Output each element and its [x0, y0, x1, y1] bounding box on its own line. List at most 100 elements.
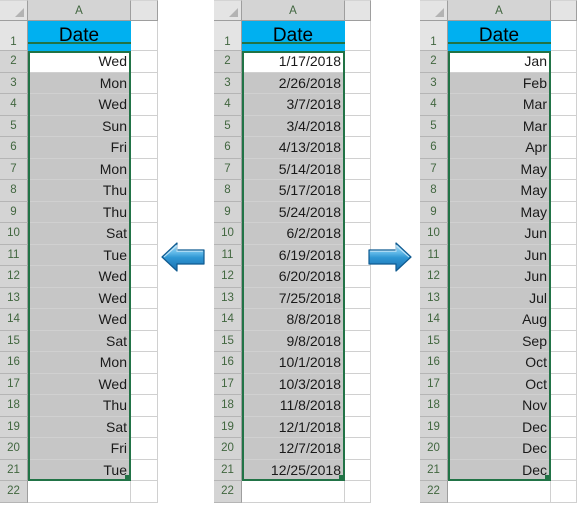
cell-a-p1-21[interactable]: Tue: [28, 459, 131, 481]
cell-b-p1-20[interactable]: [131, 438, 158, 460]
header-cell-p3[interactable]: Date: [448, 21, 551, 51]
row-number-p3-6[interactable]: 6: [420, 137, 448, 159]
cell-a-p1-9[interactable]: Thu: [28, 201, 131, 223]
row-number-p3-11[interactable]: 11: [420, 244, 448, 266]
row-number-p3-5[interactable]: 5: [420, 115, 448, 137]
row-number-p1-6[interactable]: 6: [0, 137, 28, 159]
cell-b-p1-16[interactable]: [131, 352, 158, 374]
cell-a-p2-12[interactable]: 6/20/2018: [242, 266, 345, 288]
row-number-p2-4[interactable]: 4: [214, 94, 242, 116]
row-number-p1-20[interactable]: 20: [0, 438, 28, 460]
cell-a-p2-5[interactable]: 3/4/2018: [242, 115, 345, 137]
row-number-p1-19[interactable]: 19: [0, 416, 28, 438]
cell-b-p1-4[interactable]: [131, 94, 158, 116]
cell-b-p3-22[interactable]: [551, 481, 577, 503]
cell-a-p2-7[interactable]: 5/14/2018: [242, 158, 345, 180]
cell-b-p3-7[interactable]: [551, 158, 577, 180]
cell-a-p1-12[interactable]: Wed: [28, 266, 131, 288]
row-number-p2-20[interactable]: 20: [214, 438, 242, 460]
cell-a-p2-18[interactable]: 11/8/2018: [242, 395, 345, 417]
row-number-p1-5[interactable]: 5: [0, 115, 28, 137]
cell-a-p3-12[interactable]: Jun: [448, 266, 551, 288]
column-header-a-p2[interactable]: A: [242, 0, 345, 21]
row-number-p1-11[interactable]: 11: [0, 244, 28, 266]
cell-b-p1-3[interactable]: [131, 72, 158, 94]
row-number-p2-22[interactable]: 22: [214, 481, 242, 503]
row-number-p3-2[interactable]: 2: [420, 51, 448, 73]
cell-a-p3-20[interactable]: Dec: [448, 438, 551, 460]
cell-a-p3-8[interactable]: May: [448, 180, 551, 202]
cell-a-p3-6[interactable]: Apr: [448, 137, 551, 159]
row-number-p3-10[interactable]: 10: [420, 223, 448, 245]
row-number-p3-17[interactable]: 17: [420, 373, 448, 395]
cell-a-p1-19[interactable]: Sat: [28, 416, 131, 438]
row-number-p2-6[interactable]: 6: [214, 137, 242, 159]
cell-a-p3-22[interactable]: [448, 481, 551, 503]
cell-a-p3-4[interactable]: Mar: [448, 94, 551, 116]
cell-b-p1-13[interactable]: [131, 287, 158, 309]
cell-b-p3-18[interactable]: [551, 395, 577, 417]
row-number-p2-14[interactable]: 14: [214, 309, 242, 331]
row-number-p3-18[interactable]: 18: [420, 395, 448, 417]
cell-b-p2-15[interactable]: [345, 330, 371, 352]
cell-b-p2-18[interactable]: [345, 395, 371, 417]
cell-b-p2-16[interactable]: [345, 352, 371, 374]
cell-a-p2-22[interactable]: [242, 481, 345, 503]
row-number-p2-18[interactable]: 18: [214, 395, 242, 417]
row-number-p2-9[interactable]: 9: [214, 201, 242, 223]
row-number-p1-2[interactable]: 2: [0, 51, 28, 73]
cell-b-p3-20[interactable]: [551, 438, 577, 460]
row-number-p1-21[interactable]: 21: [0, 459, 28, 481]
cell-b-p1-12[interactable]: [131, 266, 158, 288]
cell-b-p3-21[interactable]: [551, 459, 577, 481]
cell-b-p3-11[interactable]: [551, 244, 577, 266]
cell-b-p1-10[interactable]: [131, 223, 158, 245]
cell-b-p3-9[interactable]: [551, 201, 577, 223]
cell-a-p1-18[interactable]: Thu: [28, 395, 131, 417]
cell-b-p1-5[interactable]: [131, 115, 158, 137]
cell-a-p1-3[interactable]: Mon: [28, 72, 131, 94]
cell-a-p3-11[interactable]: Jun: [448, 244, 551, 266]
row-number-p2-10[interactable]: 10: [214, 223, 242, 245]
row-number-p1-1[interactable]: 1: [0, 21, 28, 51]
row-number-p2-1[interactable]: 1: [214, 21, 242, 51]
cell-b-p1-17[interactable]: [131, 373, 158, 395]
cell-b-p1-19[interactable]: [131, 416, 158, 438]
cell-b-p3-10[interactable]: [551, 223, 577, 245]
cell-a-p1-14[interactable]: Wed: [28, 309, 131, 331]
row-number-p1-22[interactable]: 22: [0, 481, 28, 503]
cell-b-p2-7[interactable]: [345, 158, 371, 180]
cell-b-p2-19[interactable]: [345, 416, 371, 438]
row-number-p3-7[interactable]: 7: [420, 158, 448, 180]
select-all-corner-p1[interactable]: [0, 0, 28, 21]
cell-b-p2-14[interactable]: [345, 309, 371, 331]
cell-a-p3-10[interactable]: Jun: [448, 223, 551, 245]
cell-a-p3-13[interactable]: Jul: [448, 287, 551, 309]
cell-a-p2-14[interactable]: 8/8/2018: [242, 309, 345, 331]
row-number-p3-15[interactable]: 15: [420, 330, 448, 352]
cell-a-p3-18[interactable]: Nov: [448, 395, 551, 417]
row-number-p2-16[interactable]: 16: [214, 352, 242, 374]
row-number-p1-16[interactable]: 16: [0, 352, 28, 374]
cell-b-p2-6[interactable]: [345, 137, 371, 159]
cell-a-p3-16[interactable]: Oct: [448, 352, 551, 374]
cell-a-p1-10[interactable]: Sat: [28, 223, 131, 245]
row-number-p3-22[interactable]: 22: [420, 481, 448, 503]
cell-a-p2-19[interactable]: 12/1/2018: [242, 416, 345, 438]
row-number-p3-16[interactable]: 16: [420, 352, 448, 374]
cell-b-p2-21[interactable]: [345, 459, 371, 481]
row-number-p3-20[interactable]: 20: [420, 438, 448, 460]
cell-a-p2-10[interactable]: 6/2/2018: [242, 223, 345, 245]
row-number-p2-5[interactable]: 5: [214, 115, 242, 137]
row-number-p2-11[interactable]: 11: [214, 244, 242, 266]
cell-a-p2-15[interactable]: 9/8/2018: [242, 330, 345, 352]
row-number-p1-3[interactable]: 3: [0, 72, 28, 94]
cell-a-p3-2[interactable]: Jan: [448, 51, 551, 73]
cell-b-p2-9[interactable]: [345, 201, 371, 223]
cell-a-p2-8[interactable]: 5/17/2018: [242, 180, 345, 202]
cell-a-p3-9[interactable]: May: [448, 201, 551, 223]
row-number-p2-15[interactable]: 15: [214, 330, 242, 352]
row-number-p2-13[interactable]: 13: [214, 287, 242, 309]
row-number-p1-13[interactable]: 13: [0, 287, 28, 309]
cell-a-p2-6[interactable]: 4/13/2018: [242, 137, 345, 159]
